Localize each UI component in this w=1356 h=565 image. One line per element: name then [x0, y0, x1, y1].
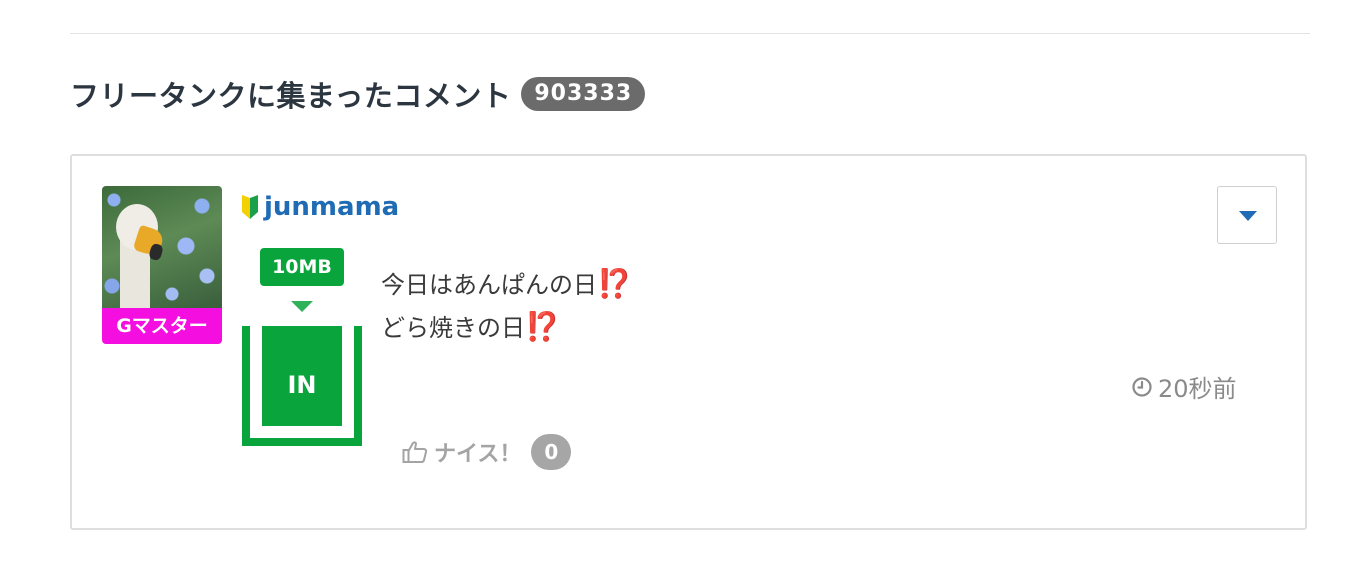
chevron-down-icon	[1239, 211, 1257, 221]
nice-label: ナイス！	[434, 442, 522, 467]
section-title: フリータンクに集まったコメント	[70, 79, 512, 113]
comment-card: Gマスター junmama 10MB IN 今日はあんぱんの日⁉️ どら焼きの日…	[70, 154, 1307, 530]
avatar-photo	[102, 186, 222, 316]
clock-icon	[1132, 376, 1152, 397]
comment-count-badge: 903333	[521, 77, 646, 111]
thumbs-up-icon	[402, 441, 428, 463]
rank-badge: Gマスター	[102, 308, 222, 344]
comment-menu-button[interactable]	[1217, 186, 1277, 244]
nice-button[interactable]: ナイス！ 0	[402, 434, 572, 470]
down-arrow-icon	[291, 301, 313, 312]
username-link[interactable]: junmama	[264, 192, 399, 222]
timestamp: 20秒前	[1132, 369, 1237, 404]
comment-body: 今日はあんぱんの日⁉️ どら焼きの日⁉️	[381, 263, 632, 349]
in-gauge-label: IN	[287, 371, 317, 399]
top-divider	[70, 33, 1310, 34]
nice-count-badge: 0	[531, 434, 572, 470]
exclamation-question-icon: ⁉️	[597, 267, 632, 300]
beginner-mark-icon	[242, 195, 258, 219]
timestamp-text: 20秒前	[1158, 375, 1237, 403]
exclamation-question-icon: ⁉️	[525, 310, 560, 343]
size-badge: 10MB	[260, 248, 344, 286]
avatar[interactable]: Gマスター	[102, 186, 222, 344]
in-gauge: IN	[242, 326, 362, 446]
username-row: junmama	[240, 192, 399, 222]
comment-line-1: 今日はあんぱんの日⁉️	[381, 263, 632, 306]
comment-line-2: どら焼きの日⁉️	[381, 306, 629, 349]
comment-line-2-text: どら焼きの日	[381, 314, 525, 342]
comment-line-1-text: 今日はあんぱんの日	[381, 271, 597, 299]
section-header: フリータンクに集まったコメント 903333	[70, 72, 646, 116]
